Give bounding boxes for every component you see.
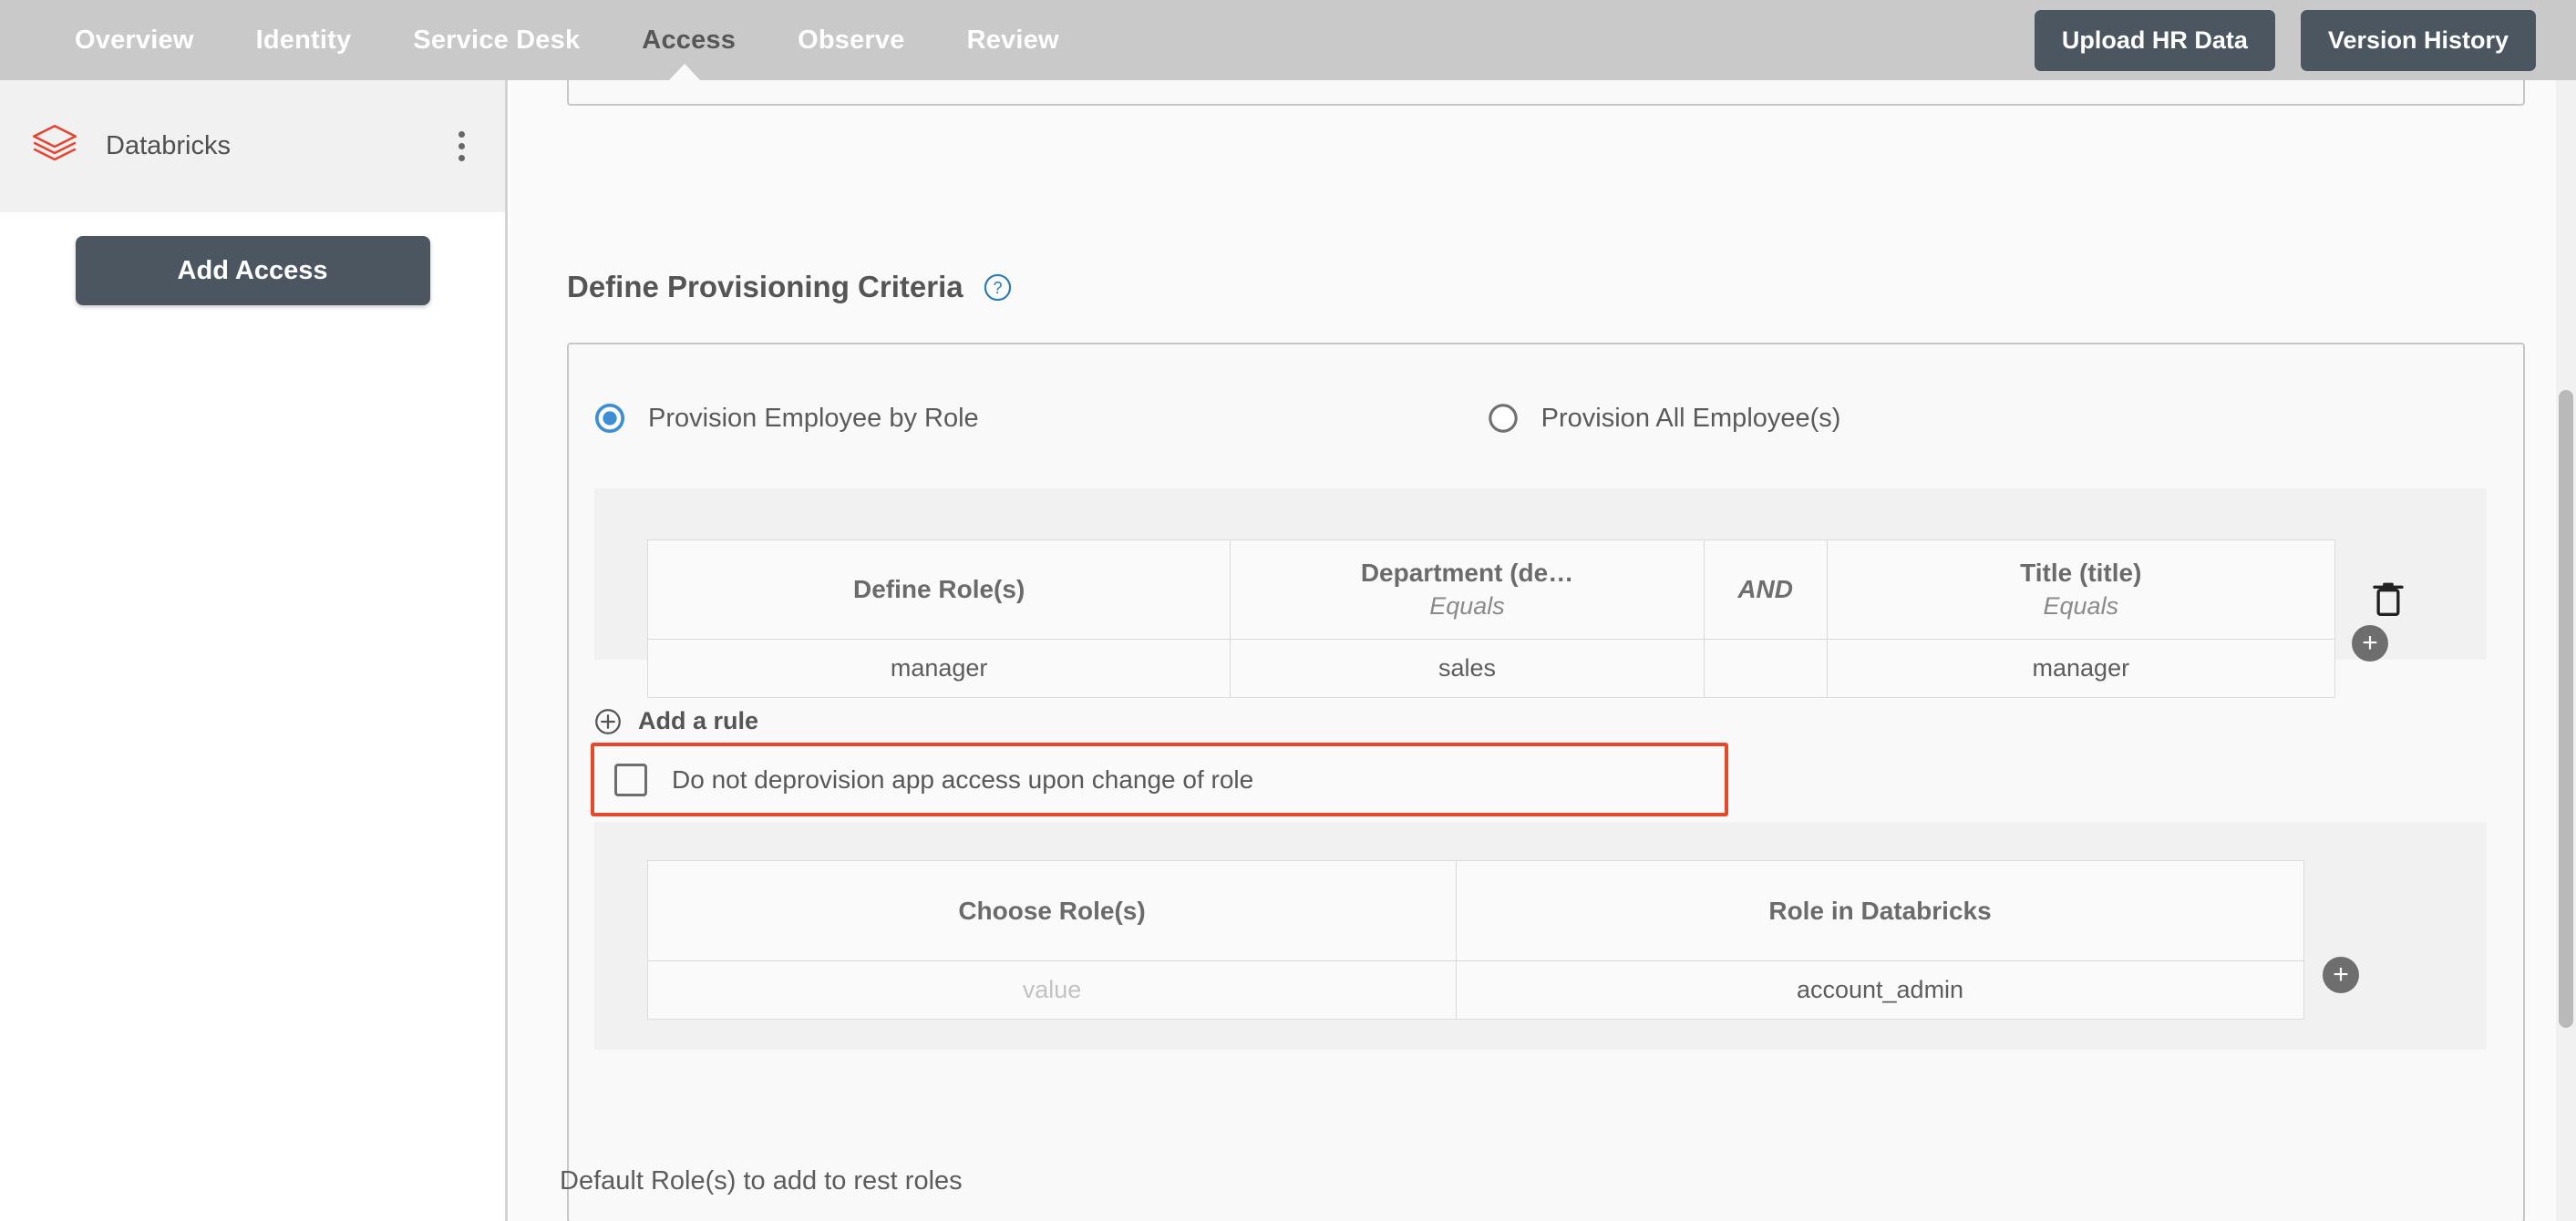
role-table-header: Choose Role(s) Role in Databricks [648,861,2303,960]
active-tab-indicator-icon [668,64,701,81]
nav-item-observe[interactable]: Observe [767,26,935,56]
radio-label-by-role: Provision Employee by Role [648,403,979,433]
default-roles-label: Default Role(s) to add to rest roles [560,1166,963,1195]
provisioning-criteria-card: Provision Employee by Role Provision All… [567,343,2525,1221]
plus-circle-outline-icon [595,708,621,734]
table-row: value account_admin [648,960,2303,1019]
rule-col-title-title: Title (title) [2020,559,2142,587]
nav-item-overview[interactable]: Overview [44,26,225,56]
add-a-rule-label: Add a rule [638,707,759,734]
question-circle-icon[interactable]: ? [984,273,1012,302]
delete-rule-button[interactable] [2370,580,2406,621]
add-access-container: Add Access [0,212,505,305]
nav-item-identity[interactable]: Identity [225,26,383,56]
provisioning-rule-table: Define Role(s) Department (de… Equals AN… [647,539,2335,698]
rule-and-label: AND [1737,575,1793,603]
table-row: manager sales manager [648,639,2334,697]
sidebar-app-name: Databricks [106,131,231,160]
kebab-menu-icon[interactable] [453,126,470,167]
provisioning-mode-radio-group: Provision Employee by Role Provision All… [594,403,1840,434]
rule-value-department[interactable]: sales [1231,640,1705,697]
svg-text:?: ? [993,278,1002,296]
radio-provision-employee-by-role[interactable]: Provision Employee by Role [594,403,979,434]
role-col-role-in-app: Role in Databricks [1457,861,2303,960]
main-content: Define Provisioning Criteria ? Provision… [510,80,2576,1221]
radio-label-all-employees: Provision All Employee(s) [1540,403,1841,433]
rule-value-title[interactable]: manager [1828,640,2334,697]
sidebar-item-databricks[interactable]: Databricks [0,80,505,212]
role-col-role-in-app-title: Role in Databricks [1768,896,1992,925]
nav-item-review[interactable]: Review [936,26,1090,56]
rule-col-define-roles-title: Define Role(s) [853,575,1025,603]
rule-col-title-operator: Equals [2043,592,2119,620]
deprovision-checkbox-label: Do not deprovision app access upon chang… [672,764,1254,794]
radio-provision-all-employees[interactable]: Provision All Employee(s) [1488,403,1841,434]
rule-value-and-spacer [1705,640,1828,697]
add-role-mapping-button[interactable]: + [2323,957,2359,993]
choose-roles-input[interactable]: value [648,961,1458,1019]
nav-actions: Upload HR Data Version History [2034,9,2536,71]
add-access-button[interactable]: Add Access [75,236,430,305]
trash-icon [2373,582,2404,616]
rule-col-and-joiner: AND [1705,540,1828,639]
nav-item-access[interactable]: Access [611,26,767,56]
role-col-choose-roles: Choose Role(s) [648,861,1458,960]
role-in-app-value[interactable]: account_admin [1457,961,2303,1019]
previous-section-card-partial [567,80,2525,106]
vertical-scrollbar-track[interactable] [2556,80,2576,1221]
databricks-layers-icon [32,124,77,160]
upload-hr-data-button[interactable]: Upload HR Data [2034,9,2275,71]
radio-unselected-icon [1488,404,1518,433]
add-a-rule-link[interactable]: Add a rule [594,707,758,735]
nav-item-service-desk[interactable]: Service Desk [382,26,611,56]
rule-col-department-operator: Equals [1429,592,1505,620]
role-col-choose-roles-title: Choose Role(s) [958,896,1146,925]
rule-col-department: Department (de… Equals [1231,540,1705,639]
page-title: Define Provisioning Criteria [567,270,963,303]
rule-value-define-roles[interactable]: manager [648,640,1231,697]
rule-col-title: Title (title) Equals [1828,540,2334,639]
add-rule-row-button[interactable]: + [2352,625,2388,662]
vertical-scrollbar-thumb[interactable] [2559,390,2573,1028]
rule-col-department-title: Department (de… [1360,559,1574,587]
top-navigation-bar: Overview Identity Service Desk Access Ob… [0,0,2576,81]
version-history-button[interactable]: Version History [2300,9,2536,71]
deprovision-checkbox[interactable] [614,763,647,796]
sidebar: Databricks Add Access [0,80,508,1221]
deprovision-option-row[interactable]: Do not deprovision app access upon chang… [591,743,1728,816]
section-header: Define Provisioning Criteria ? [567,270,1012,304]
rule-table-header: Define Role(s) Department (de… Equals AN… [648,540,2334,639]
radio-selected-icon [594,403,625,434]
rule-col-define-roles: Define Role(s) [648,540,1231,639]
role-mapping-panel: Choose Role(s) Role in Databricks value … [594,822,2487,1050]
rule-panel: Define Role(s) Department (de… Equals AN… [594,488,2487,698]
role-mapping-table: Choose Role(s) Role in Databricks value … [647,860,2304,1020]
nav-items: Overview Identity Service Desk Access Ob… [44,26,1090,56]
